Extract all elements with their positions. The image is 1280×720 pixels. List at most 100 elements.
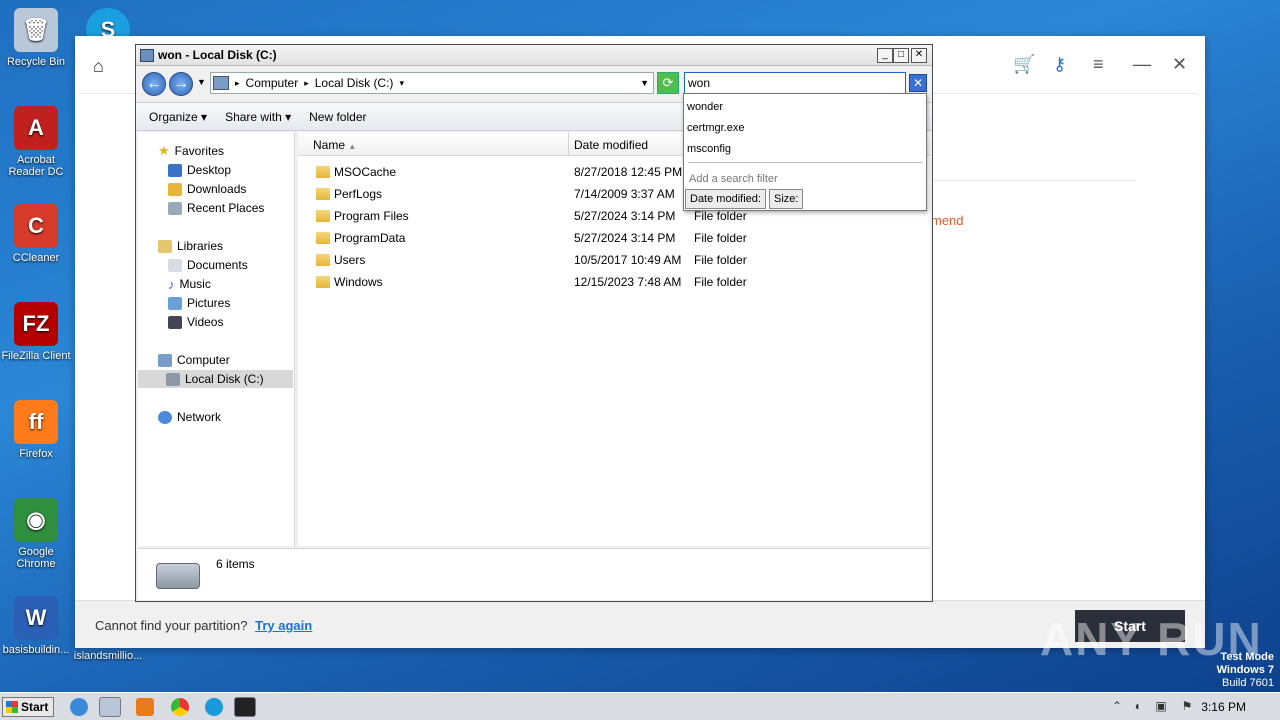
divider	[931, 180, 1136, 181]
desktop-icon	[168, 163, 182, 177]
folder-icon	[316, 166, 330, 178]
chevron-icon[interactable]: ▸	[304, 78, 309, 89]
nav-pictures[interactable]: Pictures	[168, 294, 230, 312]
back-button[interactable]: ←	[142, 72, 166, 96]
nav-label: Music	[179, 277, 211, 291]
share-label: Share with	[225, 109, 282, 124]
desktop-icon[interactable]: Wbasisbuildin...	[0, 596, 72, 656]
desktop-icon-label: Recycle Bin	[6, 56, 66, 68]
nav-documents[interactable]: Documents	[168, 256, 248, 274]
minimize-button[interactable]: _	[877, 48, 893, 63]
nav-network[interactable]: Network	[158, 408, 221, 426]
suggestion-item[interactable]: wonder	[687, 101, 723, 113]
column-name[interactable]: Name ▲	[313, 138, 356, 152]
close-icon[interactable]: ✕	[1172, 54, 1187, 75]
home-icon[interactable]: ⌂	[93, 56, 113, 76]
explorer-taskbar-icon[interactable]	[99, 697, 121, 717]
menu-icon[interactable]: ≡	[1093, 54, 1104, 75]
key-icon[interactable]: ⚷	[1053, 54, 1066, 75]
nav-computer[interactable]: Computer	[158, 351, 230, 369]
desktop-icon-image: A	[14, 106, 58, 150]
cart-icon[interactable]: 🛒	[1013, 54, 1035, 75]
desktop-icon[interactable]: A Acrobat Reader DC	[0, 106, 72, 178]
organize-menu[interactable]: Organize ▾	[149, 110, 207, 124]
close-button[interactable]: ✕	[911, 48, 927, 63]
nav-desktop[interactable]: Desktop	[168, 161, 231, 179]
desktop-icon-image: W	[14, 596, 58, 640]
action-center-icon[interactable]: ⚑	[1180, 699, 1194, 713]
edge-icon[interactable]	[205, 698, 223, 716]
network-tray-icon[interactable]: ▣	[1154, 699, 1168, 713]
file-type: File folder	[694, 253, 747, 267]
column-date-modified[interactable]: Date modified	[574, 138, 648, 152]
file-name: Users	[334, 253, 366, 267]
documents-icon	[168, 258, 182, 272]
search-input[interactable]: won	[684, 72, 906, 94]
title-bar[interactable]: won - Local Disk (C:)	[136, 45, 932, 66]
organize-label: Organize	[149, 109, 198, 124]
address-path[interactable]: ▸ Computer ▸ Local Disk (C:) ▾ ▼	[210, 72, 654, 94]
file-name: Windows	[334, 275, 383, 289]
volume-icon[interactable]: ◖	[1130, 699, 1144, 713]
windows-logo-icon	[6, 701, 18, 713]
minimize-icon[interactable]: —	[1133, 54, 1151, 75]
nav-music[interactable]: ♪ Music	[168, 275, 211, 293]
show-hidden-icons[interactable]: ⌃	[1110, 699, 1124, 713]
taskbar: Start ⌃ ◖ ▣ ⚑ 3:16 PM	[0, 692, 1280, 720]
column-separator[interactable]	[568, 132, 569, 156]
filter-date-modified[interactable]: Date modified:	[685, 189, 766, 209]
file-row[interactable]: ProgramData 5/27/2024 3:14 PM File folder	[298, 228, 928, 248]
recommend-text: mend	[931, 213, 964, 228]
desktop-icon[interactable]: FZ FileZilla Client	[0, 302, 72, 362]
media-player-icon[interactable]	[136, 698, 154, 716]
maximize-button[interactable]: □	[893, 48, 909, 63]
videos-icon	[168, 315, 182, 329]
desktop-icon[interactable]: ff Firefox	[0, 400, 72, 460]
suggestion-item[interactable]: msconfig	[687, 143, 731, 155]
folder-icon	[316, 254, 330, 266]
navigation-pane: ★ Favorites Desktop Downloads Recent Plac…	[138, 132, 295, 546]
nav-downloads[interactable]: Downloads	[168, 180, 246, 198]
nav-local-disk[interactable]: Local Disk (C:)	[138, 370, 293, 388]
nav-label: Favorites	[174, 144, 225, 158]
chevron-icon[interactable]: ▸	[235, 78, 240, 89]
start-menu-button[interactable]: Start	[2, 697, 54, 717]
internet-explorer-icon[interactable]	[70, 698, 88, 716]
clear-search-button[interactable]: ✕	[909, 74, 927, 92]
recent-pages-icon[interactable]: ▼	[197, 77, 206, 87]
sort-ascending-icon: ▲	[348, 142, 357, 151]
try-again-link[interactable]: Try again	[255, 618, 312, 633]
filter-size[interactable]: Size:	[769, 189, 804, 209]
footer-message-text: Cannot find your partition?	[95, 618, 248, 633]
nav-libraries[interactable]: Libraries	[158, 237, 223, 255]
refresh-button[interactable]: ⟳	[657, 72, 679, 94]
search-suggestions: wonder certmgr.exe msconfig Add a search…	[683, 93, 927, 211]
breadcrumb-computer[interactable]: Computer	[246, 76, 299, 90]
nav-recent-places[interactable]: Recent Places	[168, 199, 264, 217]
app-taskbar-icon[interactable]	[234, 697, 256, 717]
file-row[interactable]: Users 10/5/2017 10:49 AM File folder	[298, 250, 928, 270]
nav-videos[interactable]: Videos	[168, 313, 223, 331]
folder-icon	[316, 276, 330, 288]
desktop-icon-label: FileZilla Client	[1, 350, 71, 362]
file-row[interactable]: Windows 12/15/2023 7:48 AM File folder	[298, 272, 928, 292]
desktop-icon[interactable]: ◉ Google Chrome	[0, 498, 72, 570]
suggestion-item[interactable]: certmgr.exe	[687, 122, 744, 134]
breadcrumb-local-disk[interactable]: Local Disk (C:)	[315, 76, 394, 90]
file-date: 8/27/2018 12:45 PM	[574, 165, 683, 179]
nav-favorites[interactable]: ★ Favorites	[158, 142, 224, 160]
new-folder-button[interactable]: New folder	[309, 110, 366, 124]
share-with-menu[interactable]: Share with ▾	[225, 110, 291, 124]
desktop-icon[interactable]: C CCleaner	[0, 204, 72, 264]
folder-icon	[316, 232, 330, 244]
clock[interactable]: 3:16 PM	[1201, 700, 1246, 714]
chevron-down-icon[interactable]: ▾	[399, 78, 404, 89]
file-name: PerfLogs	[334, 187, 383, 201]
desktop-icon[interactable]: 🗑 Recycle Bin	[0, 8, 72, 68]
drive-icon	[166, 372, 180, 386]
file-type: File folder	[694, 209, 747, 223]
app-footer: Cannot find your partition? Try again St…	[75, 600, 1205, 648]
forward-button[interactable]: →	[169, 72, 193, 96]
chrome-icon[interactable]	[171, 698, 189, 716]
address-dropdown-icon[interactable]: ▼	[640, 78, 649, 88]
